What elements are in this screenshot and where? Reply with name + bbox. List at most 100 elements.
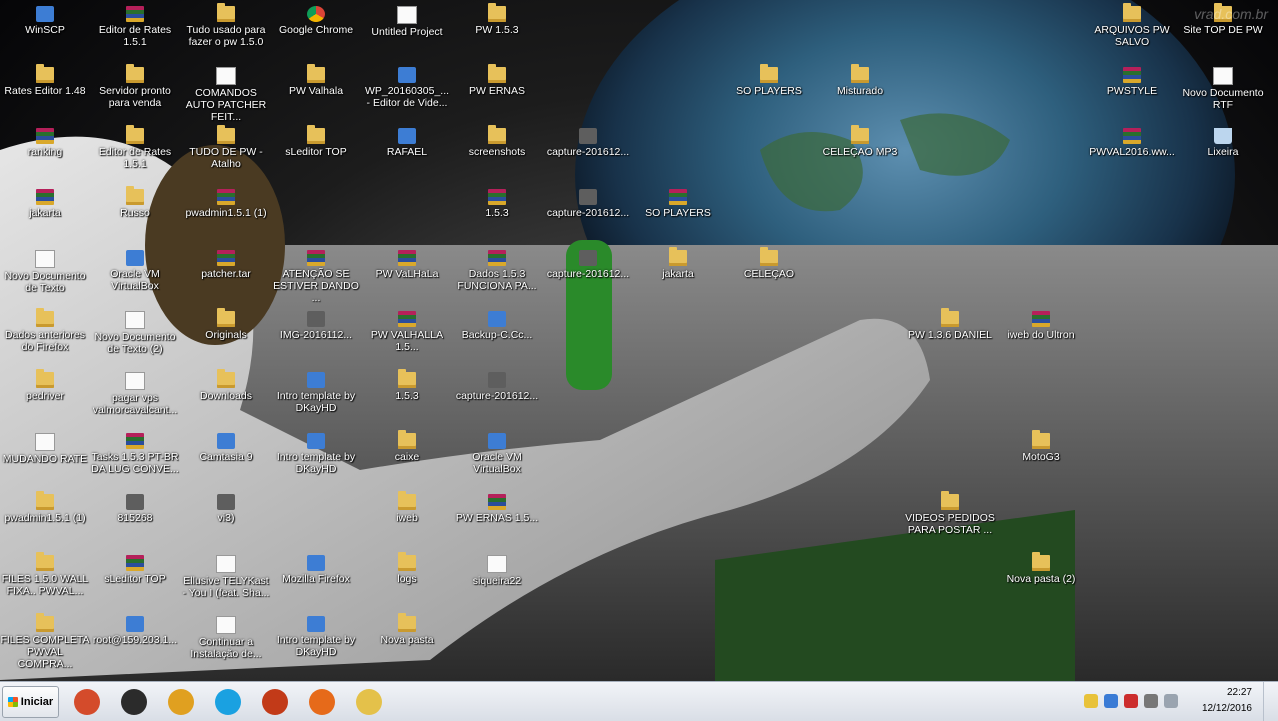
desktop-icon[interactable]: Originals [181,305,271,341]
desktop-icon[interactable]: PW VaLHaLa [362,244,452,280]
security-icon[interactable] [1124,694,1138,708]
clock-date[interactable]: 12/12/2016 [1202,703,1252,714]
taskbar-app-game-launcher[interactable] [254,685,296,718]
desktop-icon[interactable]: vi3) [181,488,271,524]
taskbar-app-skype[interactable] [207,685,249,718]
desktop-icon[interactable]: Untitled Project [362,0,452,38]
clock-time[interactable]: 22:27 [1227,687,1252,698]
desktop-icon[interactable]: WinSCP [0,0,90,36]
desktop-icon[interactable]: MotoG3 [996,427,1086,463]
desktop-icon[interactable]: capture-201612... [543,122,633,158]
desktop-icon[interactable]: COMANDOS AUTO PATCHER FEIT... [181,61,271,123]
desktop-icon[interactable]: Ellusive TELYKast - You I (feat. Sha... [181,549,271,599]
desktop-icon[interactable]: FILES COMPLETA PWVAL COMPRA... [0,610,90,670]
desktop-icon[interactable]: Backup-C.Cc... [452,305,542,341]
desktop-icon[interactable]: sLeditor TOP [90,549,180,585]
desktop-icon[interactable]: Mozilla Firefox [271,549,361,585]
desktop-icon[interactable]: sLeditor TOP [271,122,361,158]
desktop-icon[interactable]: TUDO DE PW - Atalho [181,122,271,170]
desktop-icon[interactable]: pedriver [0,366,90,402]
show-desktop-button[interactable] [1263,682,1278,721]
desktop-icon[interactable]: PW VALHALLA 1.5... [362,305,452,353]
desktop-icon[interactable]: 1.5.3 [362,366,452,402]
desktop-icon[interactable]: Continuar a Instalação de... [181,610,271,660]
desktop-icon[interactable]: siqueira22 [452,549,542,587]
desktop-icon[interactable]: Dados 1.5.3 FUNCIONA PA... [452,244,542,292]
desktop-icon[interactable]: Google Chrome [271,0,361,36]
desktop-icon[interactable]: Tasks 1.5.3 PT-BR DA LUG CONVE... [90,427,180,475]
desktop-icon[interactable]: FILES 1.5.0 WALL FIXA.. PWVAL... [0,549,90,597]
desktop-icon[interactable]: Downloads [181,366,271,402]
desktop-icon[interactable]: Intro template by DKayHD [271,427,361,475]
desktop-icon[interactable]: capture-201612... [543,244,633,280]
desktop-icon[interactable]: ATENÇÃO SE ESTIVER DANDO ... [271,244,361,304]
desktop-icon[interactable]: SO PLAYERS [724,61,814,97]
desktop-icon[interactable]: Oracle VM VirtualBox [452,427,542,475]
desktop-icon[interactable]: Rates Editor 1.48 [0,61,90,97]
desktop-icon[interactable]: PW 1.3.6 DANIEL [905,305,995,341]
desktop-icon[interactable]: MUDANDO RATE [0,427,90,465]
desktop-icon[interactable]: logs [362,549,452,585]
desktop-icon[interactable]: pwadmin1.5.1 (1) [0,488,90,524]
desktop-icon[interactable]: 1.5.3 [452,183,542,219]
desktop-icon[interactable]: Editor de Rates 1.5.1 [90,122,180,170]
desktop-icon[interactable]: WP_20160305_... - Editor de Vide... [362,61,452,109]
desktop-icon[interactable]: Russo [90,183,180,219]
network-icon[interactable] [1104,694,1118,708]
desktop-icon[interactable]: Dados anteriores do Firefox [0,305,90,353]
desktop-icon[interactable]: caixe [362,427,452,463]
desktop-icon[interactable]: screenshots [452,122,542,158]
desktop-icon[interactable]: Nova pasta [362,610,452,646]
device-icon[interactable] [1144,694,1158,708]
desktop-icon[interactable]: root@159.203.1... [90,610,180,646]
desktop-icon[interactable]: Novo Documento de Texto (2) [90,305,180,355]
desktop-icon[interactable]: PW 1.5.3 [452,0,542,36]
desktop-icon[interactable]: jakarta [0,183,90,219]
taskbar-app-explorer[interactable] [348,685,390,718]
desktop-icon[interactable]: Oracle VM VirtualBox [90,244,180,292]
desktop-icon[interactable]: PW ERNAS [452,61,542,97]
desktop-icon[interactable]: PWVAL2016.ww... [1087,122,1177,158]
desktop-icon[interactable]: 815268 [90,488,180,524]
desktop-icon[interactable]: Intro template by DKayHD [271,610,361,658]
start-button[interactable]: Iniciar [2,686,59,718]
desktop-icon[interactable]: iweb do Ultron [996,305,1086,341]
desktop-icon[interactable]: jakarta [633,244,723,280]
desktop-icon[interactable]: PW Valhala [271,61,361,97]
taskbar-app-recorder[interactable] [66,685,108,718]
taskbar-app-firefox[interactable] [301,685,343,718]
desktop-icon[interactable]: ARQUIVOS PW SALVO [1087,0,1177,48]
desktop-icon[interactable]: capture-201612... [452,366,542,402]
desktop-icon-label: PW VaLHaLa [375,268,439,280]
desktop[interactable]: WinSCP Editor de Rates 1.5.1 Tudo usado pa… [0,0,1278,681]
desktop-icon[interactable]: Novo Documento de Texto [0,244,90,294]
desktop-icon[interactable]: capture-201612... [543,183,633,219]
desktop-icon[interactable]: Misturado [815,61,905,97]
desktop-icon[interactable]: CELEÇAO MP3 [815,122,905,158]
notification-icon[interactable] [1084,694,1098,708]
desktop-icon[interactable]: Novo Documento RTF [1178,61,1268,111]
desktop-icon[interactable]: ranking [0,122,90,158]
desktop-icon[interactable]: Camtasia 9 [181,427,271,463]
desktop-icon[interactable]: RAFAEL [362,122,452,158]
desktop-icon[interactable]: VIDEOS PEDIDOS PARA POSTAR ... [905,488,995,536]
desktop-icon[interactable]: Lixeira [1178,122,1268,158]
taskbar-app-obs[interactable] [113,685,155,718]
desktop-icon[interactable]: CELEÇAO [724,244,814,280]
desktop-icon[interactable]: PW ERNAS 1.5... [452,488,542,524]
desktop-icon[interactable]: Intro template by DKayHD [271,366,361,414]
desktop-icon[interactable]: pagar vps valmorcavalcant... [90,366,180,416]
desktop-icon[interactable]: Servidor pronto para venda [90,61,180,109]
desktop-icon[interactable]: pwadmin1.5.1 (1) [181,183,271,219]
desktop-icon[interactable]: Editor de Rates 1.5.1 [90,0,180,48]
desktop-icon[interactable]: Tudo usado para fazer o pw 1.5.0 [181,0,271,48]
desktop-icon[interactable]: iweb [362,488,452,524]
desktop-icon[interactable]: patcher.tar [181,244,271,280]
volume-icon[interactable] [1164,694,1178,708]
desktop-icon[interactable]: IMG-2016112... [271,305,361,341]
taskbar-app-chrome[interactable] [160,685,202,718]
desktop-icon[interactable]: SO PLAYERS [633,183,723,219]
desktop-icon[interactable]: PWSTYLE [1087,61,1177,97]
app-icon [126,494,144,510]
desktop-icon[interactable]: Nova pasta (2) [996,549,1086,585]
